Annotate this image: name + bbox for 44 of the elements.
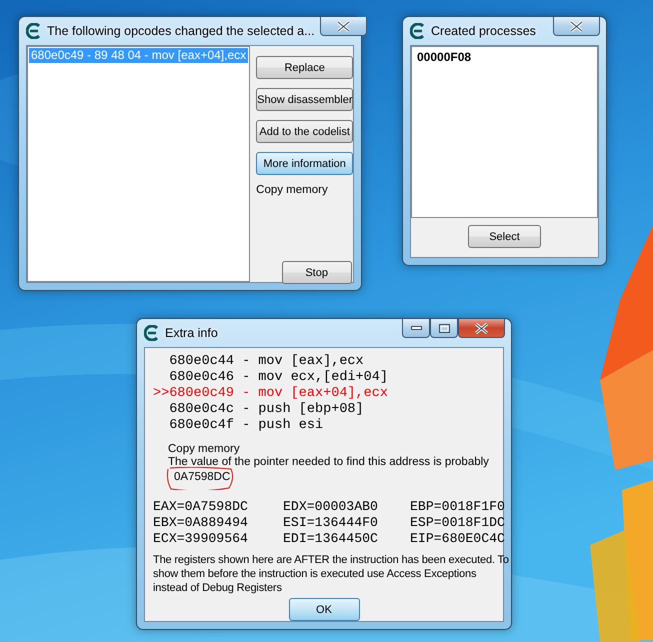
close-button[interactable] [553,17,600,36]
register-value: EBX=0A889494 [153,515,249,531]
disassembly-line: 680e0c4f - push esi [168,418,324,434]
close-icon [475,322,488,334]
status-label: Copy memory [256,184,328,196]
register-value: ESP=0018F1DC [410,515,505,531]
window-title: The following opcodes changed the selected a... [47,24,315,38]
register-value: EBP=0018F1F0 [410,499,505,515]
explanation-text: The registers shown here are AFTER the instruction has been executed. To show them before the instruction is executed use Access Exceptions instead of Debug Registers [153,553,510,595]
pointer-text: The value of the pointer needed to find this address is probably [168,456,490,469]
close-icon [570,20,583,32]
close-icon [336,20,350,32]
register-value: EIP=680E0C4C [410,531,505,547]
disassembly-line: 680e0c44 - mov [eax],ecx [168,354,365,370]
note-text: Copy memory [168,443,241,456]
close-button[interactable] [320,17,367,36]
app-logo-icon [26,23,42,39]
stop-button[interactable]: Stop [282,261,352,284]
select-button[interactable]: Select [468,225,541,248]
disassembly-line: 680e0c46 - mov ecx,[edi+04] [168,370,389,386]
register-value: EDX=00003AB0 [283,499,379,515]
minimize-button[interactable] [402,319,430,338]
process-item[interactable]: 00000F08 [415,50,594,65]
action-button[interactable]: Add to the codelist [256,120,354,143]
minimize-icon [410,326,422,330]
disassembly-line: 680e0c4c - push [ebp+08] [168,402,365,418]
action-button[interactable]: More information [256,152,354,175]
window-title: Extra info [165,326,219,340]
pointer-value: 0A7598DC [174,471,230,483]
action-button[interactable]: Show disassembler [256,88,354,111]
register-value: EDI=1364450C [283,531,379,547]
app-logo-icon [144,325,160,341]
maximize-icon [438,324,450,332]
ok-button[interactable]: OK [288,598,360,621]
app-logo-icon [410,23,426,39]
window-title: Created processes [431,24,537,38]
register-value: EAX=0A7598DC [153,499,249,515]
action-button[interactable]: Replace [256,56,354,79]
disassembly-line: >>680e0c49 - mov [eax+04],ecx [153,386,389,402]
register-value: ECX=39909564 [153,531,249,547]
register-value: ESI=136444F0 [283,515,379,531]
close-button[interactable] [458,319,505,338]
maximize-button[interactable] [430,319,458,338]
circle-annotation [165,467,235,490]
